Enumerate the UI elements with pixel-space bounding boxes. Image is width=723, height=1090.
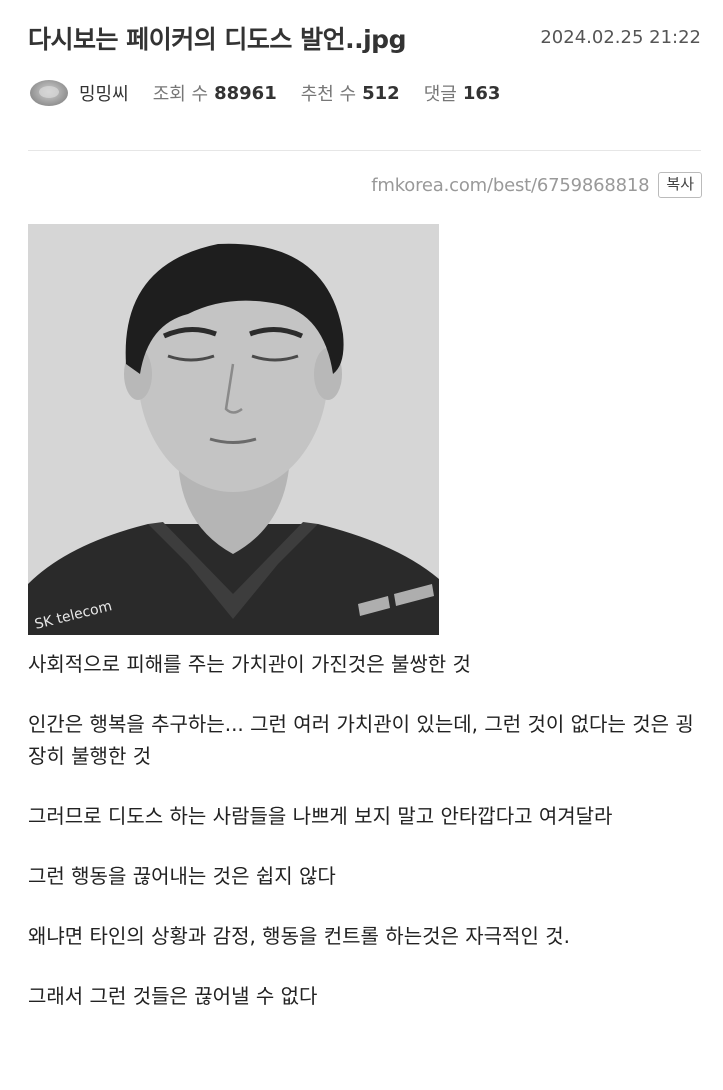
post-url-row: fmkorea.com/best/6759868818 복사 [371, 172, 702, 198]
post-body: 사회적으로 피해를 주는 가치관이 가진것은 불쌍한 것 인간은 행복을 추구하… [28, 648, 703, 1040]
body-paragraph: 사회적으로 피해를 주는 가치관이 가진것은 불쌍한 것 [28, 652, 471, 676]
header-divider [28, 150, 701, 151]
recommend-count: 512 [362, 82, 400, 104]
author-avatar[interactable] [30, 80, 68, 106]
body-paragraph: 인간은 행복을 추구하는... 그런 여러 가치관이 있는데, 그런 것이 없다… [28, 712, 694, 768]
post-page: 다시보는 페이커의 디도스 발언..jpg 2024.02.25 21:22 밍… [0, 0, 723, 1090]
body-paragraph: 그래서 그런 것들은 끊어낼 수 없다 [28, 984, 318, 1008]
author-nickname[interactable]: 밍밍씨 [79, 80, 129, 106]
body-paragraph: 그런 행동을 끊어내는 것은 쉽지 않다 [28, 864, 336, 888]
copy-url-button[interactable]: 복사 [658, 172, 702, 198]
recommend-label: 추천 수 [300, 84, 357, 105]
portrait-illustration: SK telecom [28, 224, 439, 635]
post-date: 2024.02.25 21:22 [540, 27, 701, 48]
post-meta: 밍밍씨 조회 수 88961 추천 수 512 댓글 163 [30, 76, 524, 110]
views-label: 조회 수 [152, 84, 209, 105]
body-paragraph: 왜냐면 타인의 상황과 감정, 행동을 컨트롤 하는것은 자극적인 것. [28, 924, 570, 948]
comments-count: 163 [462, 82, 501, 104]
views-count: 88961 [214, 82, 277, 104]
post-url[interactable]: fmkorea.com/best/6759868818 [371, 175, 649, 196]
post-image: SK telecom [28, 224, 439, 635]
post-title: 다시보는 페이커의 디도스 발언..jpg [28, 25, 406, 54]
comments-label: 댓글 [423, 84, 457, 105]
body-paragraph: 그러므로 디도스 하는 사람들을 나쁘게 보지 말고 안타깝다고 여겨달라 [28, 804, 613, 828]
